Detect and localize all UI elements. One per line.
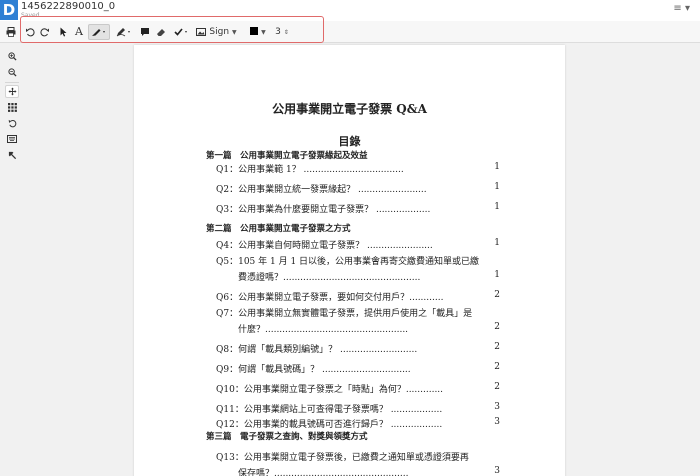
pan-move-icon[interactable]: [5, 85, 19, 98]
thumbnails-grid-icon[interactable]: [5, 101, 19, 114]
toc-page-number: 2: [494, 362, 500, 372]
toc-entry: Q10：公用事業開立電子發票之「時點」為何？.............: [216, 385, 444, 395]
toc-page-number: 2: [494, 322, 500, 332]
comment-icon[interactable]: [139, 24, 151, 40]
document-page: 公用事業開立電子發票 Q&A 目錄 第一篇 公用事業開立電子發票緣起及效益 Q1：…: [134, 45, 565, 476]
toc-part-heading: 第三篇 電子發票之查詢、對獎與領獎方式: [206, 432, 368, 442]
image-icon[interactable]: [195, 24, 207, 40]
toc-entry: 保存嗎？....................................…: [238, 469, 409, 476]
toc-page-number: 2: [494, 342, 500, 352]
undo-icon[interactable]: [24, 24, 36, 40]
document-heading: 公用事業開立電子發票 Q&A: [272, 102, 427, 116]
toc-entry: Q12：公用事業的載具號碼可否進行歸戶？ ..................: [216, 420, 443, 430]
toc-entry: Q11：公用事業網站上可查得電子發票嗎？ ..................: [216, 405, 443, 415]
toc-page-number: 3: [494, 417, 500, 427]
eraser-icon[interactable]: [155, 24, 167, 40]
text-tool-icon[interactable]: A: [73, 24, 85, 40]
toc-entry: Q1：公用事業範 1？ ............................…: [216, 165, 404, 175]
toc-page-number: 3: [494, 402, 500, 412]
left-sidebar: [0, 44, 22, 476]
toc-entry: Q13：公用事業開立電子發票後，已繳費之通知單或憑證須要再: [216, 453, 469, 463]
rotate-icon[interactable]: [5, 117, 19, 130]
toc-entry: Q3：公用事業為什麼要開立電子發票？ ...................: [216, 205, 431, 215]
toc-entry: Q2：公用事業開立統一發票緣起？ .......................…: [216, 185, 427, 195]
zoom-out-icon[interactable]: [5, 66, 19, 79]
tools-hammer-icon[interactable]: [5, 149, 19, 162]
toc-page-number: 1: [494, 162, 500, 172]
toc-part-heading: 第一篇 公用事業開立電子發票緣起及效益: [206, 151, 368, 161]
toc-entry: Q9：何謂「載具號碼」？ ...........................…: [216, 365, 411, 375]
toc-page-number: 3: [494, 466, 500, 476]
toc-entry: Q6：公用事業開立電子發票，要如何交付用戶？............: [216, 293, 444, 303]
highlighter-tool-button[interactable]: [113, 24, 135, 40]
toc-entry: Q7：公用事業開立無實體電子發票，提供用戶使用之「載具」是: [216, 309, 473, 319]
document-title[interactable]: 1456222890010_0: [21, 1, 115, 12]
chevron-down-icon: ▼: [261, 29, 266, 36]
toc-entry: Q5：105 年 1 月 1 日以後，公用事業會再寄交繳費通知單或已繳: [216, 257, 480, 267]
toc-page-number: 2: [494, 382, 500, 392]
app-header: D 1456222890010_0 Saved ≡ ▾: [0, 0, 700, 21]
checkmark-tool-button[interactable]: [172, 24, 192, 40]
stepper-arrows-icon: ⇕: [283, 29, 289, 36]
chevron-down-icon: ▼: [231, 29, 237, 36]
save-status: Saved: [21, 12, 40, 19]
toc-entry: Q8：何謂「載具類別編號」？ .........................…: [216, 345, 418, 355]
toc-entry: 費憑證嗎？...................................…: [238, 273, 421, 283]
app-logo[interactable]: D: [0, 0, 18, 20]
toc-page-number: 1: [494, 202, 500, 212]
checkmark-icon: [174, 28, 187, 36]
toc-entry: Q4：公用事業自何時開立電子發票？ ......................…: [216, 241, 433, 251]
toc-page-number: 1: [494, 238, 500, 248]
toolbar: A Sign ▼ ▼ 3 ⇕: [0, 21, 700, 43]
menu-icon[interactable]: ≡ ▾: [673, 3, 690, 14]
pen-icon: [92, 29, 105, 36]
print-icon[interactable]: [4, 24, 18, 40]
sign-dropdown[interactable]: Sign ▼: [209, 24, 237, 40]
pen-tool-button[interactable]: [88, 24, 110, 40]
redo-icon[interactable]: [39, 24, 51, 40]
line-width-value: 3: [275, 27, 281, 37]
toc-entry: 什麼？.....................................…: [238, 325, 409, 335]
line-width-stepper[interactable]: 3 ⇕: [272, 24, 292, 40]
keyboard-icon[interactable]: [5, 133, 19, 146]
toc-page-number: 1: [494, 182, 500, 192]
toc-heading: 目錄: [338, 135, 361, 148]
color-swatch: [250, 27, 259, 35]
toc-page-number: 1: [494, 270, 500, 280]
sidebar-divider: [5, 82, 19, 83]
toc-part-heading: 第二篇 公用事業開立電子發票之方式: [206, 224, 351, 234]
sign-label: Sign: [209, 27, 230, 37]
color-picker[interactable]: ▼: [248, 24, 268, 40]
zoom-in-icon[interactable]: [5, 50, 19, 63]
toc-page-number: 2: [494, 290, 500, 300]
select-pointer-icon[interactable]: [57, 24, 69, 40]
highlighter-icon: [116, 28, 130, 37]
